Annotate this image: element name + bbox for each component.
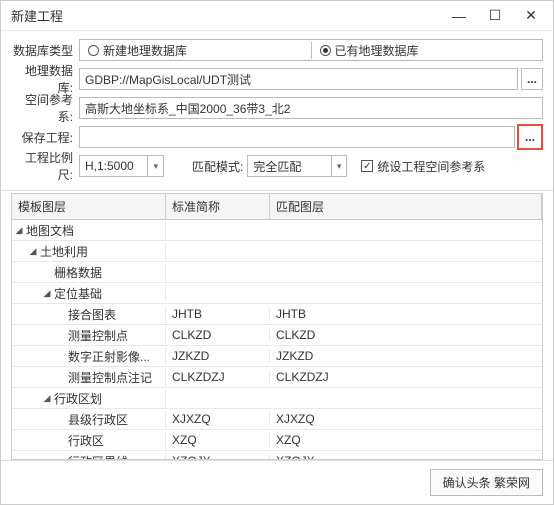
radio-existing-db-label: 已有地理数据库 (335, 42, 419, 59)
expander-icon[interactable]: ◢ (42, 288, 52, 299)
layer-name: 数字正射影像... (68, 348, 150, 365)
ok-button[interactable]: 确认头条 繁荣网 (430, 469, 543, 496)
tree-cell: ◢土地利用 (12, 243, 166, 260)
radio-new-db[interactable]: 新建地理数据库 (80, 42, 312, 59)
std-cell: CLKZD (166, 328, 270, 342)
grid-area: 模板图层 标准简称 匹配图层 ◢地图文档◢土地利用栅格数据◢定位基础接合图表JH… (1, 191, 553, 460)
table-row[interactable]: 测量控制点注记 CLKZDZJCLKZDZJ (12, 367, 542, 388)
maximize-button[interactable]: ☐ (477, 3, 513, 29)
tree-cell: ◢地图文档 (12, 222, 166, 239)
match-cell: XZQ (270, 433, 542, 447)
header-match-layer[interactable]: 匹配图层 (270, 194, 542, 219)
table-row[interactable]: 接合图表 JHTBJHTB (12, 304, 542, 325)
unify-crs-label: 统设工程空间参考系 (377, 158, 485, 175)
match-mode-select[interactable]: 完全匹配 ▾ (247, 155, 347, 177)
table-row[interactable]: ◢定位基础 (12, 283, 542, 304)
db-type-label: 数据库类型 (11, 42, 73, 59)
tree-cell: 接合图表 (12, 306, 166, 323)
form-area: 数据库类型 新建地理数据库 已有地理数据库 地理数据库: GDBP://MapG… (1, 31, 553, 191)
radio-existing-db[interactable]: 已有地理数据库 (312, 42, 543, 59)
table-row[interactable]: 行政区界线 XZQJXXZQJX (12, 451, 542, 460)
footer: 确认头条 繁荣网 (1, 460, 553, 504)
match-cell: JZKZD (270, 349, 542, 363)
std-cell: XZQ (166, 433, 270, 447)
crs-label: 空间参考系: (11, 91, 73, 125)
grid-header: 模板图层 标准简称 匹配图层 (12, 194, 542, 220)
minimize-button[interactable]: — (441, 3, 477, 29)
table-row[interactable]: 县级行政区 XJXZQXJXZQ (12, 409, 542, 430)
std-cell: CLKZDZJ (166, 370, 270, 384)
std-cell: XZQJX (166, 454, 270, 460)
close-button[interactable]: ✕ (513, 3, 549, 29)
expander-icon[interactable]: ◢ (42, 393, 52, 404)
tree-cell: 测量控制点 (12, 327, 166, 344)
layer-name: 行政区界线 (68, 453, 128, 461)
geodb-input[interactable]: GDBP://MapGisLocal/UDT测试 (79, 68, 518, 90)
layer-name: 县级行政区 (68, 411, 128, 428)
table-row[interactable]: 栅格数据 (12, 262, 542, 283)
chevron-down-icon: ▾ (147, 156, 158, 176)
std-cell: JHTB (166, 307, 270, 321)
match-cell: XZQJX (270, 454, 542, 460)
match-cell: CLKZD (270, 328, 542, 342)
tree-cell: ◢定位基础 (12, 285, 166, 302)
tree-cell: 栅格数据 (12, 264, 166, 281)
save-input[interactable] (79, 126, 515, 148)
db-type-radio-group: 新建地理数据库 已有地理数据库 (79, 39, 543, 61)
tree-cell: 数字正射影像... (12, 348, 166, 365)
layer-grid[interactable]: 模板图层 标准简称 匹配图层 ◢地图文档◢土地利用栅格数据◢定位基础接合图表JH… (11, 193, 543, 460)
layer-name: 测量控制点 (68, 327, 128, 344)
match-mode-value: 完全匹配 (253, 158, 301, 175)
layer-name: 土地利用 (40, 243, 88, 260)
save-label: 保存工程: (11, 129, 73, 146)
crs-input[interactable]: 高斯大地坐标系_中国2000_36带3_北2 (79, 97, 543, 119)
layer-name: 行政区 (68, 432, 104, 449)
layer-name: 接合图表 (68, 306, 116, 323)
table-row[interactable]: ◢土地利用 (12, 241, 542, 262)
layer-name: 定位基础 (54, 285, 102, 302)
radio-icon (320, 45, 331, 56)
std-cell: JZKZD (166, 349, 270, 363)
expander-icon[interactable]: ◢ (28, 246, 38, 257)
match-cell: JHTB (270, 307, 542, 321)
grid-body: ◢地图文档◢土地利用栅格数据◢定位基础接合图表JHTBJHTB测量控制点CLKZ… (12, 220, 542, 460)
tree-cell: 县级行政区 (12, 411, 166, 428)
match-mode-label: 匹配模式: (192, 158, 243, 175)
window-controls: — ☐ ✕ (441, 3, 549, 29)
save-browse-button[interactable]: ... (517, 124, 543, 150)
tree-cell: ◢行政区划 (12, 390, 166, 407)
scale-select[interactable]: H,1:5000 ▾ (79, 155, 164, 177)
expander-icon[interactable]: ◢ (14, 225, 24, 236)
match-cell: XJXZQ (270, 412, 542, 426)
table-row[interactable]: ◢地图文档 (12, 220, 542, 241)
window-title: 新建工程 (11, 6, 63, 25)
match-cell: CLKZDZJ (270, 370, 542, 384)
radio-icon (88, 45, 99, 56)
layer-name: 测量控制点注记 (68, 369, 152, 386)
scale-label: 工程比例尺: (11, 149, 73, 183)
table-row[interactable]: 行政区 XZQXZQ (12, 430, 542, 451)
table-row[interactable]: 测量控制点 CLKZDCLKZD (12, 325, 542, 346)
radio-new-db-label: 新建地理数据库 (103, 42, 187, 59)
table-row[interactable]: 数字正射影像... JZKZDJZKZD (12, 346, 542, 367)
chevron-down-icon: ▾ (331, 156, 342, 176)
layer-name: 地图文档 (26, 222, 74, 239)
tree-cell: 行政区界线 (12, 453, 166, 461)
tree-cell: 测量控制点注记 (12, 369, 166, 386)
std-cell: XJXZQ (166, 412, 270, 426)
dialog-window: 新建工程 — ☐ ✕ 数据库类型 新建地理数据库 已有地理数据库 地理数据库: (0, 0, 554, 505)
header-std-name[interactable]: 标准简称 (166, 194, 270, 219)
titlebar: 新建工程 — ☐ ✕ (1, 1, 553, 31)
layer-name: 栅格数据 (54, 264, 102, 281)
unify-crs-checkbox[interactable]: ✓ (361, 160, 373, 172)
table-row[interactable]: ◢行政区划 (12, 388, 542, 409)
layer-name: 行政区划 (54, 390, 102, 407)
tree-cell: 行政区 (12, 432, 166, 449)
header-template-layer[interactable]: 模板图层 (12, 194, 166, 219)
scale-value: H,1:5000 (85, 159, 134, 173)
geodb-browse-button[interactable]: ... (521, 68, 543, 90)
